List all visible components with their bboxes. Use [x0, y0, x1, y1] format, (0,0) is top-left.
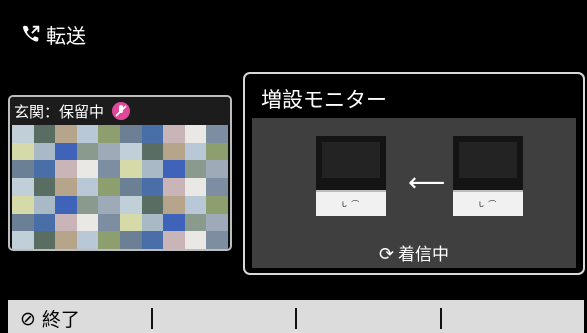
- incoming-status: ⟳ 着信中: [252, 240, 576, 265]
- softkey-3[interactable]: [297, 308, 442, 329]
- phone-transfer-icon: [23, 25, 40, 42]
- extension-title: 増設モニター: [261, 88, 387, 112]
- intercom-screen: 転送 玄関：保留中 増設モニター ᒐ ⌒ ⟵ ᒐ ⌒ ⟳ 着信中 ⊘ 終了: [0, 0, 587, 333]
- cancel-icon: ⊘: [20, 307, 36, 330]
- left-arrow-icon: ⟵: [408, 168, 446, 198]
- camera-label: 玄関：保留中: [14, 102, 105, 121]
- softkey-bar: ⊘ 終了: [8, 300, 584, 333]
- camera-video-mosaic: [12, 125, 228, 249]
- header-title: 転送: [46, 23, 86, 48]
- extension-monitor-panel[interactable]: 増設モニター ᒐ ⌒ ⟵ ᒐ ⌒ ⟳ 着信中: [243, 72, 585, 275]
- softkey-4[interactable]: [442, 308, 585, 329]
- extension-monitor-icon: ᒐ ⌒: [453, 136, 523, 216]
- rotate-icon: ⟳: [378, 244, 395, 265]
- main-monitor-icon: ᒐ ⌒: [316, 136, 386, 216]
- extension-inner: ᒐ ⌒ ⟵ ᒐ ⌒ ⟳ 着信中: [252, 118, 576, 268]
- header: 転送: [20, 20, 86, 48]
- incoming-label: 着信中: [398, 245, 450, 265]
- entrance-camera-panel[interactable]: 玄関：保留中: [8, 95, 232, 251]
- end-button-label: 終了: [41, 309, 80, 331]
- mic-off-icon: [112, 102, 131, 120]
- softkey-2[interactable]: [153, 308, 297, 329]
- end-button[interactable]: ⊘ 終了: [8, 307, 153, 331]
- camera-label-bar: 玄関：保留中: [10, 97, 230, 125]
